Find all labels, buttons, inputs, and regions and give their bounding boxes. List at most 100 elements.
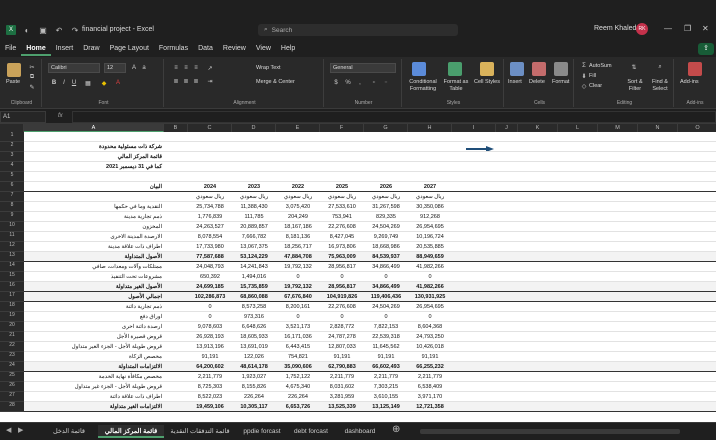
value-cell[interactable]: 753,941 xyxy=(320,212,364,222)
value-cell[interactable]: 130,931,925 xyxy=(408,292,452,302)
increase-decimal-icon[interactable]: ⁺ xyxy=(370,79,378,87)
value-cell[interactable]: 973,316 xyxy=(232,312,276,322)
wrap-text-button[interactable]: Wrap Text xyxy=(256,65,281,72)
value-cell[interactable]: 3,521,173 xyxy=(276,322,320,332)
value-cell[interactable]: 53,124,229 xyxy=(232,252,276,262)
align-top-icon[interactable]: ≡ xyxy=(172,64,180,72)
value-cell[interactable]: 226,264 xyxy=(232,392,276,402)
value-cell[interactable]: 2,828,772 xyxy=(320,322,364,332)
value-cell[interactable]: 0 xyxy=(188,302,232,312)
value-cell[interactable]: 8,181,136 xyxy=(276,232,320,242)
value-cell[interactable]: 27,533,610 xyxy=(320,202,364,212)
delete-cells-button[interactable]: Delete xyxy=(529,79,545,86)
restore-icon[interactable]: ❐ xyxy=(684,24,691,33)
value-cell[interactable]: 41,982,266 xyxy=(408,282,452,292)
value-cell[interactable]: 41,982,266 xyxy=(408,262,452,272)
value-cell[interactable]: 88,949,659 xyxy=(408,252,452,262)
row-label-cell[interactable]: ممتلكات وآلات ومعدات، صافي xyxy=(24,262,164,272)
row-header[interactable]: 9 xyxy=(0,212,24,222)
value-cell[interactable]: 24,793,250 xyxy=(408,332,452,342)
horizontal-scrollbar[interactable] xyxy=(420,429,680,434)
indent-icon[interactable]: ⇥ xyxy=(206,77,214,85)
column-header-o[interactable]: O xyxy=(678,124,716,132)
value-cell[interactable]: 28,956,817 xyxy=(320,262,364,272)
column-header-l[interactable]: L xyxy=(558,124,598,132)
value-cell[interactable]: 12,721,358 xyxy=(408,402,452,412)
tab-help[interactable]: Help xyxy=(276,42,300,56)
value-cell[interactable]: 25,734,788 xyxy=(188,202,232,212)
value-cell[interactable]: 11,645,562 xyxy=(364,342,408,352)
value-cell[interactable]: 104,919,826 xyxy=(320,292,364,302)
font-color-icon[interactable]: A xyxy=(114,79,122,87)
value-cell[interactable]: 24,699,185 xyxy=(188,282,232,292)
value-cell[interactable]: 35,090,606 xyxy=(276,362,320,372)
value-cell[interactable]: 6,648,626 xyxy=(232,322,276,332)
value-cell[interactable]: 24,048,793 xyxy=(188,262,232,272)
row-header[interactable]: 14 xyxy=(0,262,24,272)
value-cell[interactable]: 3,075,420 xyxy=(276,202,320,212)
decrease-decimal-icon[interactable]: ⁻ xyxy=(382,79,390,87)
report-title-line[interactable]: قائمة المركز المالي xyxy=(24,152,164,162)
row-label-cell[interactable]: قروض طويلة الأجل - الجزء غير متداول xyxy=(24,382,164,392)
header-label-cell[interactable]: البيان xyxy=(24,182,164,192)
select-all-corner[interactable] xyxy=(0,124,24,132)
value-cell[interactable]: 0 xyxy=(364,312,408,322)
minimize-icon[interactable]: — xyxy=(664,24,672,33)
currency-cell[interactable]: ريال سعودي xyxy=(188,192,232,202)
orientation-icon[interactable]: ↗ xyxy=(206,64,214,72)
value-cell[interactable]: 66,255,232 xyxy=(408,362,452,372)
tab-draw[interactable]: Draw xyxy=(78,42,104,56)
value-cell[interactable]: 22,276,608 xyxy=(320,222,364,232)
undo-icon[interactable]: ↶ xyxy=(54,25,64,35)
value-cell[interactable]: 19,792,132 xyxy=(276,282,320,292)
row-header[interactable]: 11 xyxy=(0,232,24,242)
value-cell[interactable]: 26,928,193 xyxy=(188,332,232,342)
value-cell[interactable]: 7,822,153 xyxy=(364,322,408,332)
column-header-j[interactable]: J xyxy=(496,124,518,132)
value-cell[interactable]: 10,305,117 xyxy=(232,402,276,412)
value-cell[interactable]: 18,605,933 xyxy=(232,332,276,342)
currency-icon[interactable]: $ xyxy=(332,79,340,87)
value-cell[interactable]: 18,668,986 xyxy=(364,242,408,252)
row-header[interactable]: 5 xyxy=(0,172,24,182)
row-header[interactable]: 3 xyxy=(0,152,24,162)
bold-icon[interactable]: B xyxy=(50,79,58,87)
year-header-cell[interactable]: 2023 xyxy=(232,182,276,192)
align-bottom-icon[interactable]: ≡ xyxy=(192,64,200,72)
value-cell[interactable]: 8,078,554 xyxy=(188,232,232,242)
value-cell[interactable]: 20,535,885 xyxy=(408,242,452,252)
value-cell[interactable]: 8,604,368 xyxy=(408,322,452,332)
find-select-button[interactable]: Find & Select xyxy=(648,79,672,93)
row-header[interactable]: 19 xyxy=(0,312,24,322)
value-cell[interactable]: 8,031,602 xyxy=(320,382,364,392)
value-cell[interactable]: 34,866,499 xyxy=(364,282,408,292)
font-name-select[interactable]: Calibri xyxy=(48,63,100,73)
next-sheet-icon[interactable]: ▶ xyxy=(18,426,23,434)
column-header-b[interactable]: B xyxy=(164,124,188,132)
row-header[interactable]: 13 xyxy=(0,252,24,262)
value-cell[interactable]: 12,807,033 xyxy=(320,342,364,352)
value-cell[interactable]: 91,191 xyxy=(364,352,408,362)
currency-cell[interactable]: ريال سعودي xyxy=(232,192,276,202)
value-cell[interactable]: 64,200,602 xyxy=(188,362,232,372)
value-cell[interactable]: 9,269,749 xyxy=(364,232,408,242)
value-cell[interactable]: 2,211,779 xyxy=(408,372,452,382)
value-cell[interactable]: 75,963,009 xyxy=(320,252,364,262)
tab-data[interactable]: Data xyxy=(193,42,218,56)
value-cell[interactable]: 3,281,959 xyxy=(320,392,364,402)
row-header[interactable]: 4 xyxy=(0,162,24,172)
value-cell[interactable]: 84,539,937 xyxy=(364,252,408,262)
row-header[interactable]: 8 xyxy=(0,202,24,212)
formula-input[interactable] xyxy=(72,111,716,123)
row-header[interactable]: 12 xyxy=(0,242,24,252)
align-left-icon[interactable]: ≣ xyxy=(172,77,180,85)
tab-formulas[interactable]: Formulas xyxy=(154,42,193,56)
value-cell[interactable]: 15,735,859 xyxy=(232,282,276,292)
column-header-n[interactable]: N xyxy=(638,124,678,132)
value-cell[interactable]: 829,335 xyxy=(364,212,408,222)
value-cell[interactable]: 8,522,023 xyxy=(188,392,232,402)
sheet-tab[interactable]: قائمة الدخل xyxy=(40,425,98,438)
value-cell[interactable]: 2,211,779 xyxy=(364,372,408,382)
row-header[interactable]: 28 xyxy=(0,402,24,412)
value-cell[interactable]: 66,602,493 xyxy=(364,362,408,372)
